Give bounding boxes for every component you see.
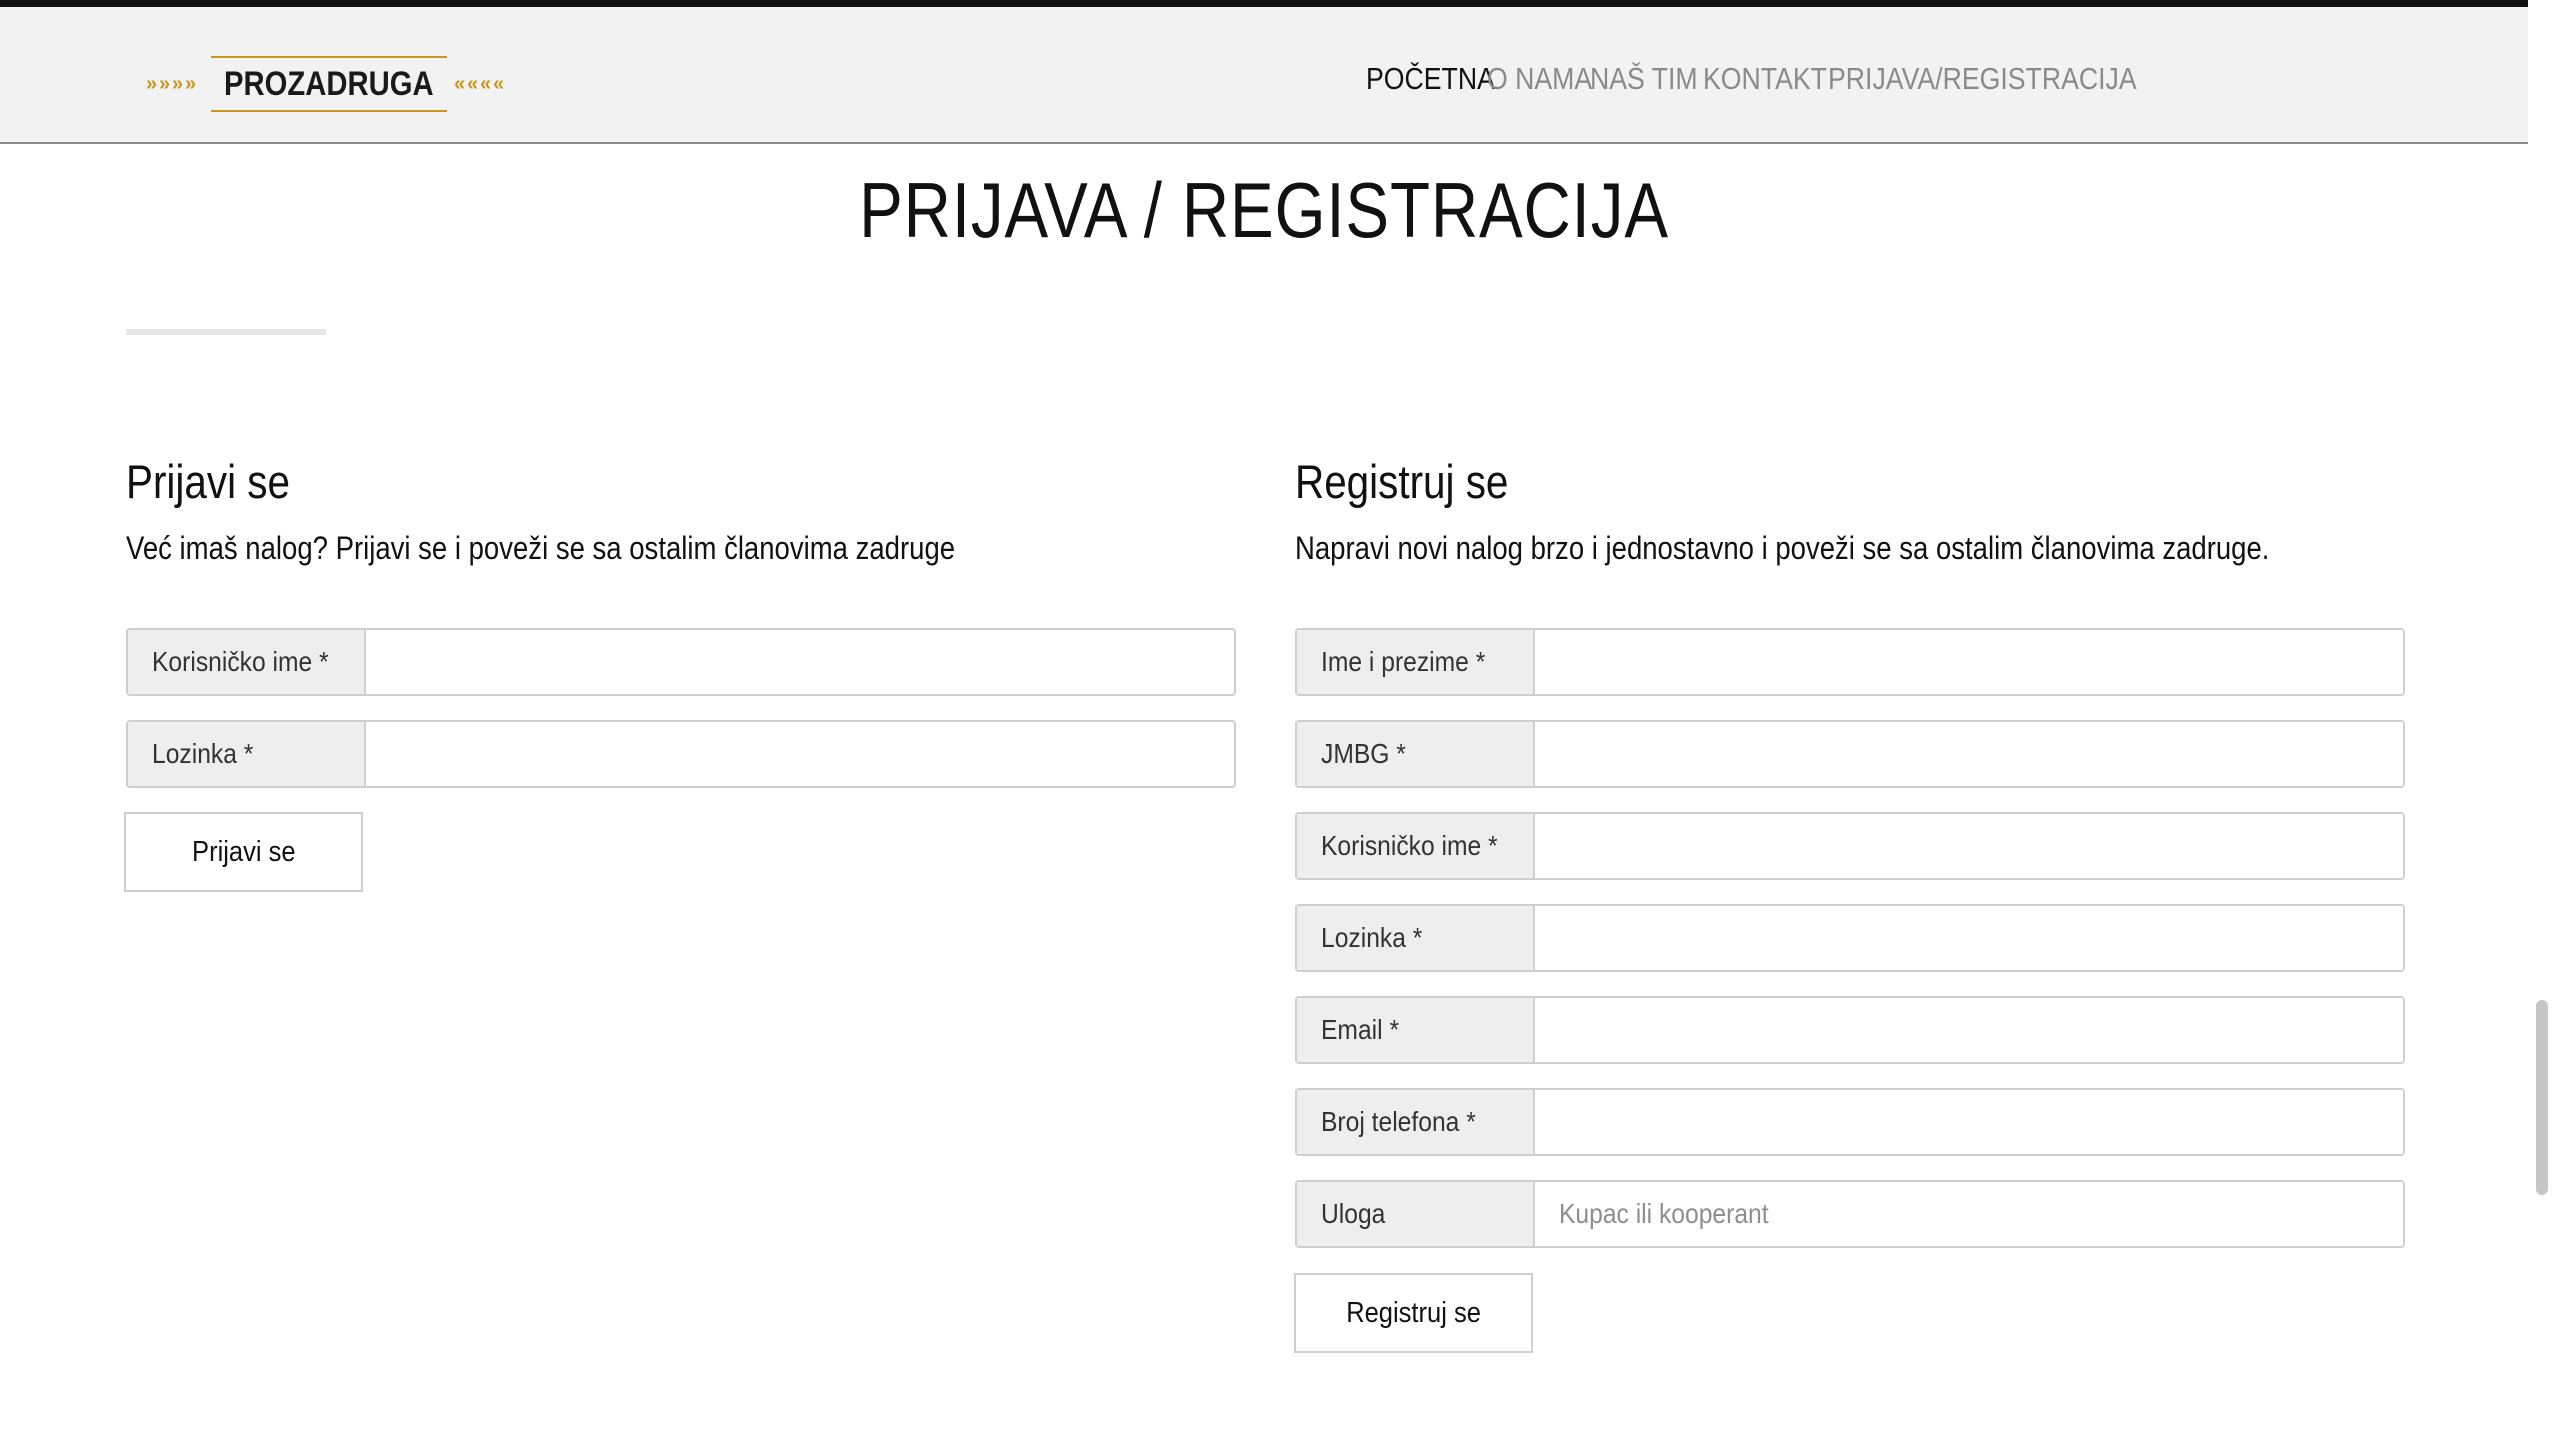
wheat-icon: ««««	[454, 73, 505, 95]
register-fullname-field: Ime i prezime *	[1295, 628, 2405, 696]
title-divider	[126, 329, 326, 335]
logo-text: PROZADRUGA	[224, 64, 434, 103]
register-jmbg-field: JMBG *	[1295, 720, 2405, 788]
register-role-field: Uloga Kupac ili kooperant	[1295, 1180, 2405, 1248]
register-title: Registruj se	[1295, 455, 1509, 508]
field-label: Lozinka *	[128, 722, 366, 786]
field-label: Broj telefona *	[1297, 1090, 1535, 1154]
login-submit-button[interactable]: Prijavi se	[124, 812, 363, 892]
field-label: Korisničko ime *	[128, 630, 366, 694]
register-fullname-input[interactable]	[1535, 630, 2403, 694]
scrollbar-thumb[interactable]	[2536, 1000, 2548, 1195]
register-description: Napravi novi nalog brzo i jednostavno i …	[1295, 530, 2270, 566]
site-header: »»»» PROZADRUGA «««« POČETNA O NAMA NAŠ …	[0, 7, 2528, 144]
login-password-input[interactable]	[366, 722, 1234, 786]
nav-item-prijava-registracija[interactable]: PRIJAVA/REGISTRACIJA	[1828, 57, 2137, 101]
logo[interactable]: »»»» PROZADRUGA ««««	[146, 48, 512, 120]
nav-item-nas-tim[interactable]: NAŠ TIM	[1590, 57, 1698, 101]
login-password-field: Lozinka *	[126, 720, 1236, 788]
register-password-input[interactable]	[1535, 906, 2403, 970]
register-password-field: Lozinka *	[1295, 904, 2405, 972]
register-jmbg-input[interactable]	[1535, 722, 2403, 786]
page-title: PRIJAVA / REGISTRACIJA	[859, 166, 1669, 254]
register-phone-input[interactable]	[1535, 1090, 2403, 1154]
register-submit-button[interactable]: Registruj se	[1294, 1273, 1533, 1353]
field-label: Email *	[1297, 998, 1535, 1062]
top-strip	[0, 0, 2556, 7]
login-username-input[interactable]	[366, 630, 1234, 694]
field-label: Uloga	[1297, 1182, 1535, 1246]
login-title: Prijavi se	[126, 455, 290, 508]
nav-item-pocetna[interactable]: POČETNA	[1366, 57, 1495, 101]
login-username-field: Korisničko ime *	[126, 628, 1236, 696]
register-email-field: Email *	[1295, 996, 2405, 1064]
register-email-input[interactable]	[1535, 998, 2403, 1062]
field-label: Lozinka *	[1297, 906, 1535, 970]
register-username-input[interactable]	[1535, 814, 2403, 878]
login-description: Već imaš nalog? Prijavi se i poveži se s…	[126, 530, 956, 566]
nav-item-o-nama[interactable]: O NAMA	[1487, 57, 1592, 101]
wheat-icon: »»»»	[146, 73, 197, 95]
field-label: Korisničko ime *	[1297, 814, 1535, 878]
field-label: Ime i prezime *	[1297, 630, 1535, 694]
field-label: JMBG *	[1297, 722, 1535, 786]
scrollbar[interactable]	[2528, 0, 2556, 1444]
register-phone-field: Broj telefona *	[1295, 1088, 2405, 1156]
register-username-field: Korisničko ime *	[1295, 812, 2405, 880]
nav-item-kontakt[interactable]: KONTAKT	[1703, 57, 1827, 101]
logo-box: PROZADRUGA	[211, 56, 447, 112]
register-role-input[interactable]: Kupac ili kooperant	[1535, 1182, 2403, 1246]
